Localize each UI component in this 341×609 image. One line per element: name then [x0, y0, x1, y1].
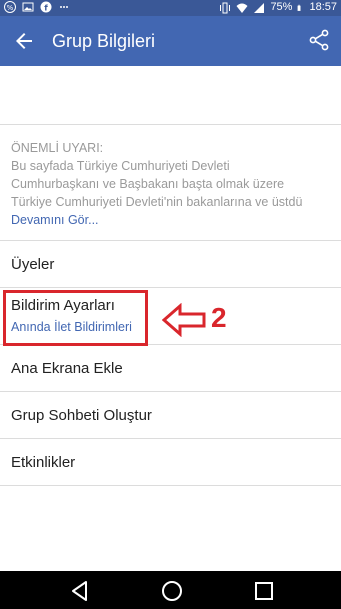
group-header-area — [0, 66, 341, 124]
more-notifications-icon — [60, 6, 68, 8]
vibrate-icon — [220, 2, 231, 13]
battery-percent: 75% — [270, 1, 293, 13]
percent-notification-icon: % — [4, 1, 16, 13]
create-group-chat-row[interactable]: Grup Sohbeti Oluştur — [0, 392, 341, 438]
back-arrow-icon[interactable] — [12, 29, 36, 53]
warning-line: Bu sayfada Türkiye Cumhuriyeti Devleti — [11, 159, 230, 173]
svg-text:%: % — [7, 4, 14, 12]
clock: 18:57 — [309, 1, 337, 13]
events-label: Etkinlikler — [11, 454, 76, 471]
events-row[interactable]: Etkinlikler — [0, 439, 341, 485]
status-right-icons: 75% 18:57 — [219, 1, 337, 14]
battery-icon — [298, 4, 301, 11]
annotation-step-number: 2 — [211, 302, 227, 333]
home-nav-icon[interactable] — [160, 579, 184, 603]
add-to-home-row[interactable]: Ana Ekrana Ekle — [0, 345, 341, 391]
divider — [0, 124, 341, 125]
warning-title: ÖNEMLİ UYARI: — [11, 141, 104, 155]
app-bar: Grup Bilgileri — [0, 16, 341, 66]
image-notification-icon — [22, 2, 34, 12]
annotation-highlight-box — [3, 290, 148, 346]
recent-apps-icon[interactable] — [252, 579, 276, 603]
facebook-notification-icon: f — [40, 1, 52, 13]
warning-line: Cumhurbaşkanı ve Başbakanı başta olmak ü… — [11, 177, 285, 191]
members-label: Üyeler — [11, 256, 55, 273]
wifi-icon — [236, 3, 248, 13]
members-row[interactable]: Üyeler — [0, 241, 341, 287]
signal-icon — [254, 2, 265, 13]
page-title: Grup Bilgileri — [52, 31, 156, 51]
important-warning: ÖNEMLİ UYARI: Bu sayfada Türkiye Cumhuri… — [11, 139, 333, 229]
system-navigation-bar — [0, 571, 341, 609]
share-icon[interactable] — [307, 28, 331, 52]
status-bar: % f 75% 18:57 — [0, 0, 341, 16]
status-left-icons: % f — [4, 1, 70, 13]
warning-line: Türkiye Cumhuriyeti Devleti'nin bakanlar… — [11, 195, 303, 209]
back-nav-icon[interactable] — [68, 579, 92, 603]
create-group-chat-label: Grup Sohbeti Oluştur — [11, 407, 152, 424]
annotation-arrow-icon — [162, 303, 206, 337]
see-more-link[interactable]: Devamını Gör... — [11, 211, 333, 229]
divider — [0, 485, 341, 486]
add-to-home-label: Ana Ekrana Ekle — [11, 360, 123, 377]
svg-text:f: f — [44, 4, 48, 13]
